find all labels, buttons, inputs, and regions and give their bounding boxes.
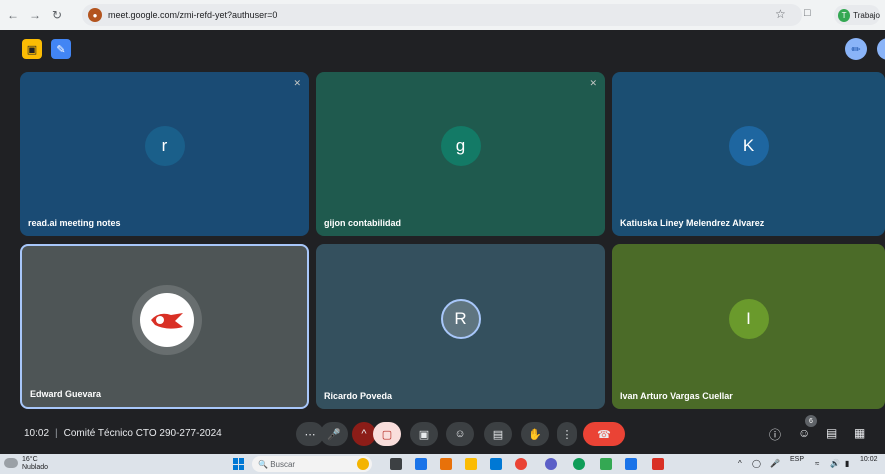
taskbar-search-label: Buscar	[270, 459, 296, 469]
weather-widget[interactable]: 16°C Nublado	[22, 456, 48, 472]
outlook-icon[interactable]	[625, 458, 637, 470]
address-bar[interactable]: ● meet.google.com/zmi-refd-yet?authuser=…	[82, 4, 802, 26]
meet-top-bar: ▣ ✎ ✏	[0, 30, 885, 68]
extensions-icon[interactable]: □	[804, 7, 811, 19]
meeting-time: 10:02	[24, 428, 50, 439]
meeting-details-icon[interactable]: ⓘ	[769, 426, 781, 443]
weather-desc: Nublado	[22, 464, 49, 471]
copilot-icon[interactable]	[357, 458, 369, 470]
end-call-icon[interactable]: ☎	[583, 422, 625, 446]
participant-tile[interactable]: K Katiuska Liney Melendrez Alvarez	[612, 72, 885, 236]
participant-name: Edward Guevara	[30, 389, 102, 399]
app-icon-2[interactable]	[573, 458, 585, 470]
widgets-icon[interactable]	[415, 458, 427, 470]
site-info-icon[interactable]: ●	[88, 8, 102, 22]
acrobat-icon[interactable]	[652, 458, 664, 470]
file-explorer-icon[interactable]	[465, 458, 477, 470]
participant-tile[interactable]: I Ivan Arturo Vargas Cuellar	[612, 244, 885, 409]
taskbar-search[interactable]: 🔍 Buscar	[252, 456, 372, 472]
participant-avatar: g	[440, 126, 481, 166]
profile-label: Trabajo	[853, 10, 880, 20]
present-screen-icon[interactable]: ▣	[410, 422, 438, 446]
participant-avatar: I	[728, 298, 769, 339]
emoji-reactions-icon[interactable]: ☺	[446, 422, 474, 446]
app-icon-1[interactable]	[440, 458, 452, 470]
people-icon[interactable]: ☺	[798, 426, 810, 440]
tray-mic-icon[interactable]: 🎤	[770, 459, 780, 468]
participant-name: Ivan Arturo Vargas Cuellar	[620, 391, 733, 401]
meeting-title: Comité Técnico CTO 290-277-2024	[63, 428, 222, 439]
participant-name: read.ai meeting notes	[28, 218, 121, 228]
chrome-icon[interactable]	[515, 458, 527, 470]
chat-icon[interactable]: ▤	[826, 426, 837, 440]
excel-icon[interactable]	[600, 458, 612, 470]
side-panel-button[interactable]	[877, 38, 885, 60]
keyboard-language[interactable]: ESP	[790, 456, 804, 463]
back-icon[interactable]: ←	[4, 6, 22, 24]
participant-avatar: K	[728, 126, 769, 166]
effects-pen-icon[interactable]: ✏	[845, 38, 867, 60]
captions-icon[interactable]: ▤	[484, 422, 512, 446]
weather-cloud-icon[interactable]	[4, 458, 18, 468]
participant-tile[interactable]: Edward Guevara	[20, 244, 309, 409]
more-options-icon[interactable]: ⋮	[557, 422, 577, 446]
microphone-icon[interactable]: 🎤	[320, 422, 348, 446]
participant-avatar: r	[144, 126, 185, 166]
profile-avatar: T	[838, 8, 851, 22]
participant-tile[interactable]: R Ricardo Poveda	[316, 244, 605, 409]
participant-tile[interactable]: g ✕ gijon contabilidad	[316, 72, 605, 236]
notes-icon[interactable]: ✎	[51, 39, 71, 59]
teams-icon[interactable]	[545, 458, 557, 470]
muted-mic-icon: ✕	[589, 78, 597, 88]
participant-name: Ricardo Poveda	[324, 391, 393, 401]
task-view-icon[interactable]	[390, 458, 402, 470]
activities-icon[interactable]: ▦	[854, 426, 865, 440]
tray-app-icon[interactable]: ◯	[752, 459, 761, 468]
participant-tile[interactable]: r ✕ read.ai meeting notes	[20, 72, 309, 236]
meeting-info: 10:02 | Comité Técnico CTO 290-277-2024	[24, 428, 222, 439]
volume-icon[interactable]: 🔊	[830, 459, 840, 468]
clock-time: 10:02	[860, 456, 878, 463]
tray-chevron-icon[interactable]: ^	[738, 459, 742, 468]
participant-name: Katiuska Liney Melendrez Alvarez	[620, 218, 765, 228]
reload-icon[interactable]: ↻	[48, 6, 66, 24]
muted-mic-icon: ✕	[293, 78, 301, 88]
windows-taskbar: 16°C Nublado 🔍 Buscar ^ ◯ 🎤 ESP ≈ 🔊 ▮ 10…	[0, 454, 885, 474]
weather-temp: 16°C	[22, 456, 38, 463]
bookmark-star-icon[interactable]: ☆	[775, 7, 786, 21]
battery-icon[interactable]: ▮	[845, 459, 849, 468]
wifi-icon[interactable]: ≈	[815, 459, 819, 468]
browser-toolbar: ← → ↻ ● meet.google.com/zmi-refd-yet?aut…	[0, 0, 885, 30]
windows-start-icon[interactable]	[233, 458, 245, 470]
camera-off-icon[interactable]: ▢	[373, 422, 401, 446]
store-icon[interactable]	[490, 458, 502, 470]
participant-count-badge: 6	[805, 415, 817, 427]
taskbar-clock[interactable]: 10:02	[860, 456, 878, 464]
profile-button[interactable]: T Trabajo	[834, 5, 880, 25]
meet-controls-bar: 10:02 | Comité Técnico CTO 290-277-2024 ⋯ …	[0, 414, 885, 454]
url-text: meet.google.com/zmi-refd-yet?authuser=0	[108, 10, 278, 20]
participant-logo-avatar	[139, 292, 194, 347]
hide-self-view-icon[interactable]: ▣	[22, 39, 42, 59]
raise-hand-icon[interactable]: ✋	[521, 422, 549, 446]
forward-icon[interactable]: →	[26, 6, 44, 24]
participant-avatar: R	[440, 298, 481, 339]
participant-name: gijon contabilidad	[324, 218, 401, 228]
